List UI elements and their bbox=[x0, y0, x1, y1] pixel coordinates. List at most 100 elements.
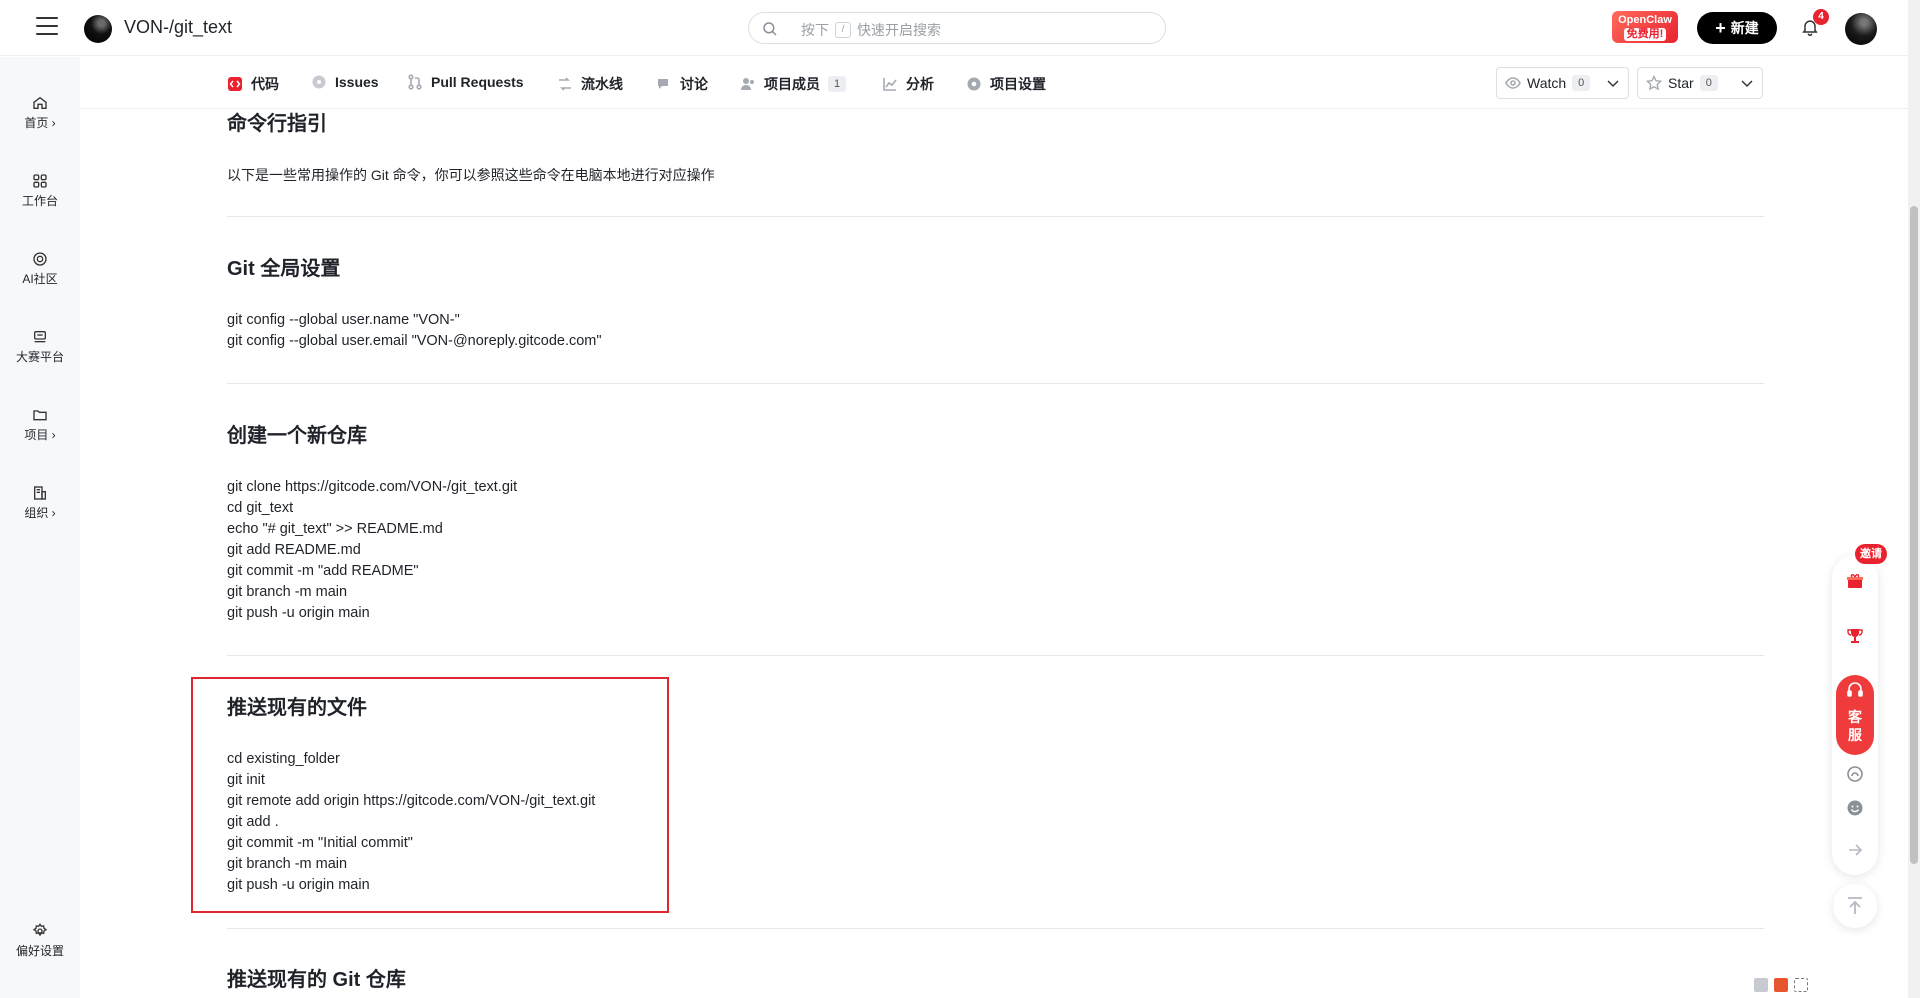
tab-label: 项目设置 bbox=[990, 76, 1046, 92]
sidebar-item-ai-community[interactable]: AI社区 bbox=[0, 251, 80, 288]
repo-title[interactable]: VON-/git_text bbox=[124, 17, 232, 38]
code-line: cd git_text bbox=[227, 500, 294, 516]
customer-service-button[interactable]: 客服 bbox=[1836, 675, 1874, 755]
ai-assistant-icon[interactable] bbox=[1846, 765, 1864, 783]
sidebar-item-label: 大赛平台 bbox=[15, 350, 64, 364]
tab-analytics[interactable]: 分析 bbox=[882, 74, 934, 94]
back-to-top-button[interactable] bbox=[1833, 884, 1877, 928]
openclaw-promo-badge[interactable]: OpenClaw 免费用! bbox=[1612, 11, 1678, 43]
tab-label: Pull Requests bbox=[431, 74, 524, 90]
code-line: git init bbox=[227, 772, 265, 788]
tab-pipeline[interactable]: 流水线 bbox=[557, 74, 623, 94]
search-hint: 按下 / 快速开启搜索 bbox=[801, 20, 941, 40]
chevron-down-icon[interactable] bbox=[1740, 76, 1754, 90]
smiley-icon[interactable] bbox=[1846, 799, 1864, 817]
code-line: git config --global user.name "VON-" bbox=[227, 312, 460, 328]
guide-intro: 以下是一些常用操作的 Git 命令，你可以参照这些命令在电脑本地进行对应操作 bbox=[227, 167, 715, 183]
code-line: cd existing_folder bbox=[227, 751, 340, 767]
watch-button[interactable]: Watch 0 bbox=[1496, 67, 1629, 99]
code-block-push-files: cd existing_folder git init git remote a… bbox=[227, 749, 595, 896]
members-count-badge: 1 bbox=[828, 76, 847, 92]
new-button-label: 新建 bbox=[1730, 20, 1759, 36]
code-line: git commit -m "add README" bbox=[227, 563, 419, 579]
chart-icon bbox=[883, 78, 897, 91]
sidebar-item-home[interactable]: 首页 › bbox=[0, 95, 80, 132]
sidebar-item-label: AI社区 bbox=[22, 272, 58, 286]
tab-label: 讨论 bbox=[680, 76, 708, 92]
left-navigation-rail: 首页 › 工作台 AI社区 大赛平台 项目 › 组织 › 偏好设置 bbox=[0, 57, 80, 998]
search-input[interactable]: 按下 / 快速开启搜索 bbox=[748, 12, 1166, 44]
guide-title: 命令行指引 bbox=[227, 113, 327, 135]
headset-icon bbox=[1847, 682, 1863, 697]
code-line: git branch -m main bbox=[227, 856, 348, 872]
new-button[interactable]: + 新建 bbox=[1697, 12, 1777, 44]
tab-code[interactable]: 代码 bbox=[227, 74, 279, 94]
members-icon bbox=[741, 78, 754, 90]
sidebar-item-workbench[interactable]: 工作台 bbox=[0, 173, 80, 210]
watch-count: 0 bbox=[1572, 75, 1591, 91]
trophy-board-icon bbox=[34, 331, 46, 343]
code-line: git branch -m main bbox=[227, 584, 348, 600]
code-line: git clone https://gitcode.com/VON-/git_t… bbox=[227, 479, 518, 495]
sidebar-item-label: 首页 › bbox=[24, 116, 56, 130]
settings-icon bbox=[967, 77, 981, 91]
issue-icon bbox=[312, 75, 326, 89]
sidebar-item-label: 工作台 bbox=[21, 194, 58, 208]
search-prefix: 按下 bbox=[801, 22, 829, 38]
service-label: 客服 bbox=[1848, 709, 1862, 743]
user-avatar[interactable] bbox=[1845, 13, 1877, 45]
top-header: VON-/git_text 按下 / 快速开启搜索 OpenClaw 免费用! … bbox=[0, 0, 1920, 56]
notification-count-badge: 4 bbox=[1813, 9, 1829, 25]
star-button[interactable]: Star 0 bbox=[1637, 67, 1763, 99]
section-title-new-repo: 创建一个新仓库 bbox=[227, 425, 367, 447]
search-shortcut-key: / bbox=[835, 22, 851, 38]
hamburger-menu-icon[interactable] bbox=[36, 17, 58, 37]
arrow-right-icon[interactable] bbox=[1846, 841, 1864, 859]
tab-label: 代码 bbox=[251, 76, 279, 92]
arrow-up-icon bbox=[1848, 897, 1862, 914]
discussion-icon bbox=[658, 79, 668, 89]
tab-pull-requests[interactable]: Pull Requests bbox=[407, 74, 524, 90]
sidebar-item-contest[interactable]: 大赛平台 bbox=[0, 329, 80, 366]
tab-label: Issues bbox=[335, 74, 379, 90]
star-icon bbox=[1646, 75, 1662, 91]
repo-avatar[interactable] bbox=[84, 15, 112, 43]
tray-app-icon[interactable] bbox=[1754, 978, 1768, 992]
sidebar-item-label: 项目 › bbox=[24, 428, 56, 442]
invite-badge[interactable]: 邀请 bbox=[1855, 544, 1887, 564]
tab-members[interactable]: 项目成员 1 bbox=[740, 74, 847, 94]
gift-icon[interactable] bbox=[1846, 572, 1864, 590]
sidebar-item-label: 组织 › bbox=[24, 506, 56, 520]
section-title-global-config: Git 全局设置 bbox=[227, 258, 341, 280]
section-title-push-git-repo: 推送现有的 Git 仓库 bbox=[227, 969, 406, 991]
gear-icon bbox=[32, 923, 48, 937]
tab-issues[interactable]: Issues bbox=[311, 74, 379, 90]
page-scrollbar-thumb[interactable] bbox=[1910, 206, 1918, 864]
sidebar-item-preferences[interactable]: 偏好设置 bbox=[0, 923, 80, 960]
sidebar-item-projects[interactable]: 项目 › bbox=[0, 407, 80, 444]
code-block-global-config: git config --global user.name "VON-" git… bbox=[227, 310, 602, 352]
ai-icon bbox=[33, 252, 47, 266]
code-line: git push -u origin main bbox=[227, 877, 370, 893]
star-count: 0 bbox=[1699, 75, 1718, 91]
trophy-icon[interactable] bbox=[1846, 627, 1864, 645]
tab-project-settings[interactable]: 项目设置 bbox=[966, 74, 1046, 94]
sidebar-item-label: 偏好设置 bbox=[15, 944, 64, 958]
system-tray bbox=[1754, 978, 1808, 992]
sidebar-item-organizations[interactable]: 组织 › bbox=[0, 485, 80, 522]
section-title-push-files: 推送现有的文件 bbox=[227, 697, 367, 719]
watch-label: Watch bbox=[1527, 75, 1567, 91]
code-line: git push -u origin main bbox=[227, 605, 370, 621]
code-line: git add README.md bbox=[227, 542, 361, 558]
code-line: git add . bbox=[227, 814, 279, 830]
tab-label: 分析 bbox=[906, 76, 934, 92]
code-line: echo "# git_text" >> README.md bbox=[227, 521, 443, 537]
plus-icon: + bbox=[1715, 18, 1726, 38]
section-divider bbox=[227, 216, 1764, 217]
tab-discussion[interactable]: 讨论 bbox=[656, 74, 708, 94]
tray-ime-icon[interactable] bbox=[1774, 978, 1788, 992]
watch-eye-icon bbox=[1505, 77, 1521, 89]
chevron-down-icon[interactable] bbox=[1606, 76, 1620, 90]
home-icon bbox=[33, 96, 47, 109]
tray-screenshot-icon[interactable] bbox=[1794, 978, 1808, 992]
